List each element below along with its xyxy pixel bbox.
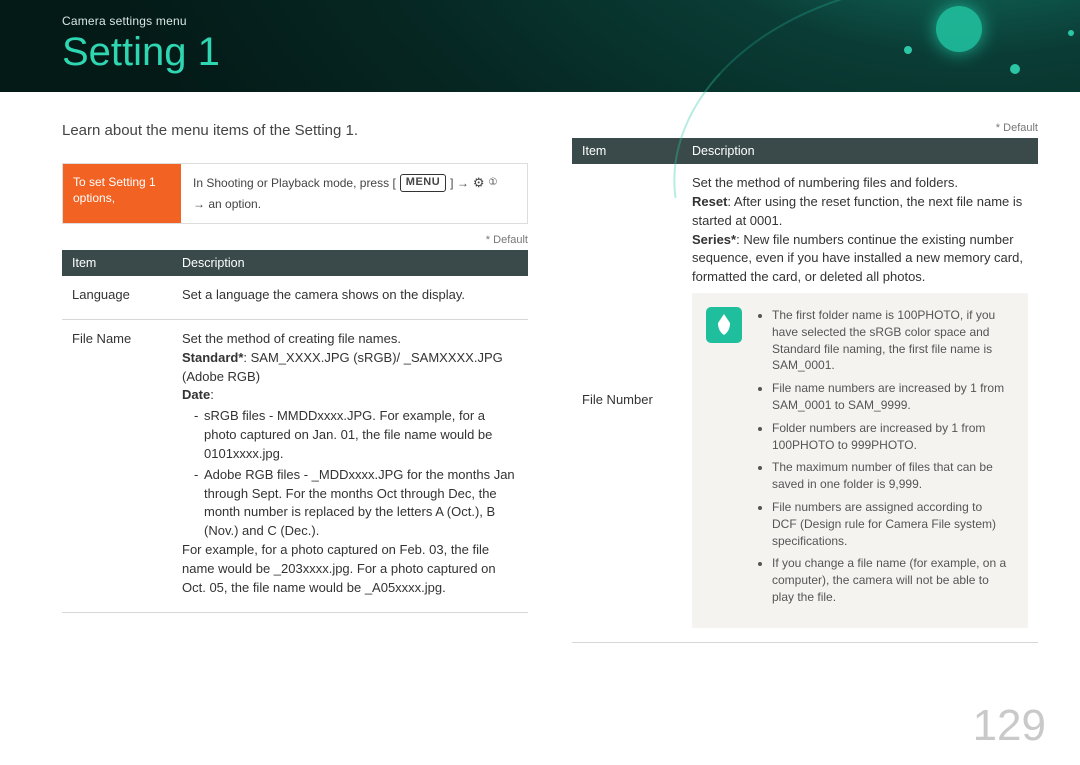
instruction-box: To set Setting 1 options, In Shooting or… (62, 163, 528, 224)
desc-line: For example, for a photo captured on Feb… (182, 541, 518, 598)
cell-item: Language (62, 276, 172, 319)
list-item: File name numbers are increased by 1 fro… (772, 380, 1010, 414)
cell-description: Set the method of numbering files and fo… (682, 164, 1038, 642)
option-text: : After using the reset function, the ne… (692, 194, 1022, 228)
table-row: File Number Set the method of numbering … (572, 164, 1038, 642)
bullet-list: sRGB files - MMDDxxxx.JPG. For example, … (182, 407, 518, 541)
list-item: If you change a file name (for example, … (772, 555, 1010, 605)
option-name: Standard* (182, 350, 243, 365)
col-header-description: Description (682, 138, 1038, 164)
option-name: Reset (692, 194, 727, 209)
settings-table-left: Item Description Language Set a language… (62, 250, 528, 613)
list-item: The first folder name is 100PHOTO, if yo… (772, 307, 1010, 374)
instruction-label: To set Setting 1 options, (63, 164, 181, 223)
decorative-dot (936, 6, 982, 52)
left-column: Learn about the menu items of the Settin… (62, 122, 528, 643)
desc-line: Reset: After using the reset function, t… (692, 193, 1028, 231)
list-item: Folder numbers are increased by 1 from 1… (772, 420, 1010, 454)
gear-sub: ① (489, 176, 498, 190)
page-number: 129 (973, 701, 1046, 751)
default-footnote: * Default (62, 234, 528, 246)
option-name: Date (182, 387, 210, 402)
cell-description: Set the method of creating file names. S… (172, 319, 528, 612)
desc-line: Date: (182, 386, 518, 405)
breadcrumb: Camera settings menu (62, 14, 1080, 28)
instruction-text: → an option. (193, 196, 261, 213)
header-banner: Camera settings menu Setting 1 (0, 0, 1080, 92)
right-column: * Default Item Description File Number S… (572, 122, 1038, 643)
instruction-body: In Shooting or Playback mode, press [ ME… (181, 164, 527, 223)
option-name: Series* (692, 232, 736, 247)
cell-item: File Number (572, 164, 682, 642)
col-header-item: Item (62, 250, 172, 276)
settings-table-right: Item Description File Number Set the met… (572, 138, 1038, 643)
list-item: sRGB files - MMDDxxxx.JPG. For example, … (194, 407, 518, 464)
menu-button-icon: MENU (400, 174, 446, 191)
note-list: The first folder name is 100PHOTO, if yo… (756, 307, 1010, 612)
decorative-dot (1068, 30, 1074, 36)
desc-line: Standard*: SAM_XXXX.JPG (sRGB)/ _SAMXXXX… (182, 349, 518, 387)
pen-icon (706, 307, 742, 343)
note-box: The first folder name is 100PHOTO, if yo… (692, 293, 1028, 628)
instruction-text: In Shooting or Playback mode, press [ (193, 175, 396, 192)
list-item: File numbers are assigned according to D… (772, 499, 1010, 549)
gear-icon: ⚙ (473, 174, 485, 192)
default-footnote: * Default (572, 122, 1038, 134)
list-item: Adobe RGB files - _MDDxxxx.JPG for the m… (194, 466, 518, 541)
page-title: Setting 1 (62, 30, 1080, 75)
option-text: : (210, 387, 214, 402)
table-row: File Name Set the method of creating fil… (62, 319, 528, 612)
col-header-description: Description (172, 250, 528, 276)
decorative-dot (904, 46, 912, 54)
cell-description: Set a language the camera shows on the d… (172, 276, 528, 319)
table-row: Language Set a language the camera shows… (62, 276, 528, 319)
page: Camera settings menu Setting 1 Learn abo… (0, 0, 1080, 765)
content-area: Learn about the menu items of the Settin… (0, 92, 1080, 643)
option-text: : New file numbers continue the existing… (692, 232, 1023, 285)
intro-text: Learn about the menu items of the Settin… (62, 122, 528, 139)
instruction-text: ] → (450, 175, 469, 192)
cell-item: File Name (62, 319, 172, 612)
desc-line: Set the method of numbering files and fo… (692, 174, 1028, 193)
decorative-dot (1010, 64, 1020, 74)
desc-line: Series*: New file numbers continue the e… (692, 231, 1028, 288)
list-item: The maximum number of files that can be … (772, 459, 1010, 493)
col-header-item: Item (572, 138, 682, 164)
desc-line: Set the method of creating file names. (182, 330, 518, 349)
